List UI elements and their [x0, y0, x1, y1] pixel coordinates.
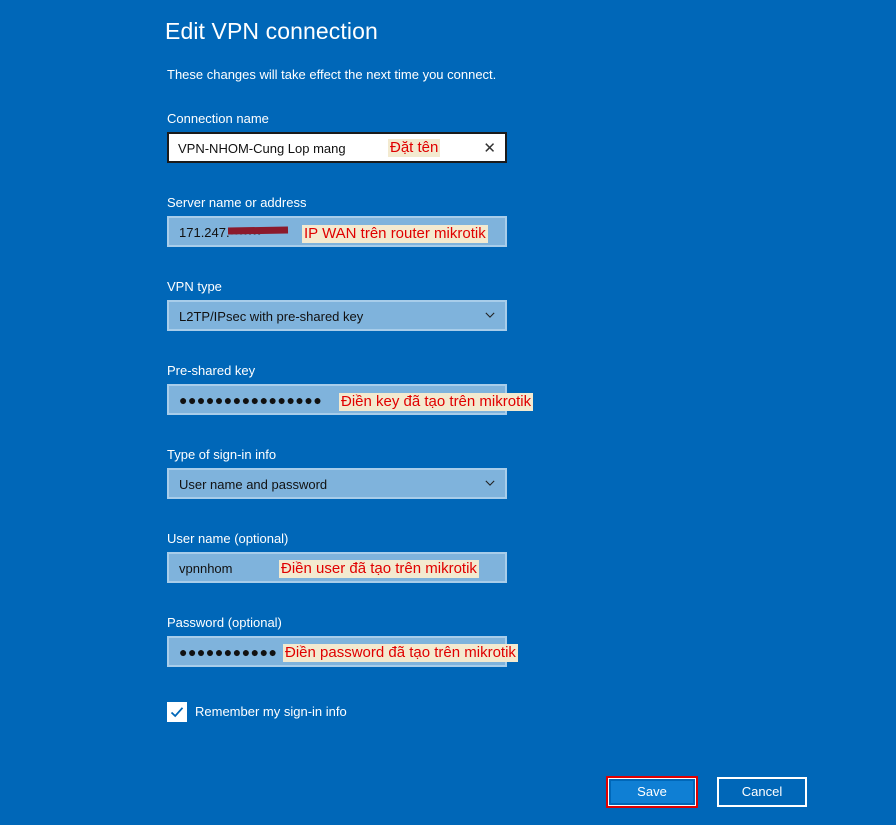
- psk-value: ●●●●●●●●●●●●●●●●: [179, 392, 323, 408]
- cancel-button[interactable]: Cancel: [717, 777, 807, 807]
- annotation-user: Điền user đã tạo trên mikrotik: [279, 560, 479, 578]
- vpn-type-value: L2TP/IPsec with pre-shared key: [179, 309, 364, 324]
- username-label: User name (optional): [167, 531, 289, 546]
- annotation-server: IP WAN trên router mikrotik: [302, 225, 488, 243]
- annotation-password: Điền password đã tạo trên mikrotik: [283, 644, 518, 662]
- password-value: ●●●●●●●●●●●: [179, 644, 278, 660]
- chevron-down-icon: [485, 312, 495, 318]
- signin-type-label: Type of sign-in info: [167, 447, 277, 462]
- vpn-type-select[interactable]: L2TP/IPsec with pre-shared key: [167, 300, 507, 331]
- psk-label: Pre-shared key: [167, 363, 256, 378]
- connection-name-value: VPN-NHOM-Cung Lop mang: [178, 141, 346, 156]
- signin-type-value: User name and password: [179, 477, 328, 492]
- chevron-down-icon: [485, 480, 495, 486]
- redaction-mark: [227, 226, 289, 235]
- server-label: Server name or address: [167, 195, 307, 210]
- signin-type-select[interactable]: User name and password: [167, 468, 507, 499]
- vpn-type-label: VPN type: [167, 279, 222, 294]
- dialog-subtitle: These changes will take effect the next …: [167, 67, 497, 82]
- connection-name-input[interactable]: VPN-NHOM-Cung Lop mang ✕: [167, 132, 507, 163]
- password-label: Password (optional): [167, 615, 282, 630]
- username-value: vpnnhom: [179, 561, 233, 576]
- save-button-label: Save: [637, 784, 667, 799]
- cancel-button-label: Cancel: [741, 784, 783, 799]
- close-icon[interactable]: ✕: [483, 139, 496, 157]
- annotation-psk: Điền key đã tạo trên mikrotik: [339, 393, 534, 411]
- remember-label: Remember my sign-in info: [195, 704, 347, 719]
- remember-checkbox[interactable]: [167, 702, 187, 722]
- checkmark-icon: [170, 707, 184, 718]
- connection-name-label: Connection name: [167, 111, 269, 126]
- dialog-title: Edit VPN connection: [165, 18, 378, 44]
- annotation-name: Đặt tên: [388, 139, 441, 157]
- save-button[interactable]: Save: [606, 776, 698, 808]
